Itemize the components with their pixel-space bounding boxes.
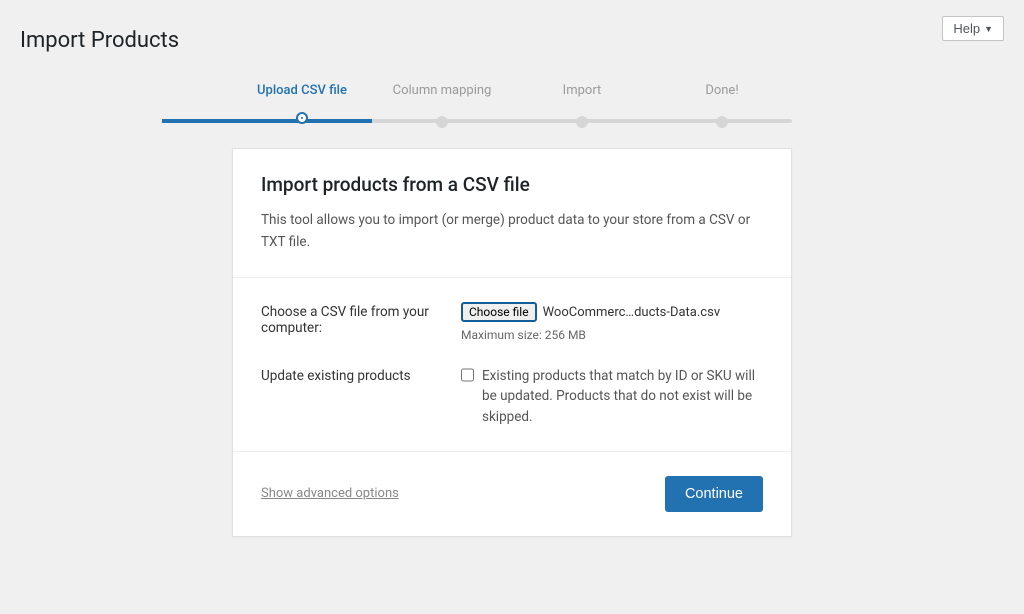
step-dot-icon bbox=[436, 116, 448, 128]
step-upload[interactable]: Upload CSV file bbox=[232, 83, 372, 120]
choose-file-label: Choose a CSV file from your computer: bbox=[261, 302, 441, 342]
chevron-down-icon: ▼ bbox=[984, 24, 993, 34]
step-column-mapping[interactable]: Column mapping bbox=[372, 83, 512, 120]
step-dot-icon bbox=[716, 116, 728, 128]
continue-button[interactable]: Continue bbox=[665, 476, 763, 512]
page-title: Import Products bbox=[20, 28, 179, 53]
help-button[interactable]: Help ▼ bbox=[942, 16, 1004, 41]
update-existing-description: Existing products that match by ID or SK… bbox=[482, 366, 763, 427]
step-label: Import bbox=[563, 83, 602, 98]
update-existing-label: Update existing products bbox=[261, 366, 441, 427]
show-advanced-link[interactable]: Show advanced options bbox=[261, 486, 399, 501]
step-done[interactable]: Done! bbox=[652, 83, 792, 120]
card-title: Import products from a CSV file bbox=[261, 173, 763, 196]
step-dot-icon bbox=[576, 116, 588, 128]
step-label: Upload CSV file bbox=[257, 83, 347, 98]
step-dot-icon bbox=[298, 114, 306, 122]
update-existing-checkbox[interactable] bbox=[461, 368, 474, 382]
import-card: Import products from a CSV file This too… bbox=[232, 148, 792, 537]
chosen-file-name: WooCommerc…ducts-Data.csv bbox=[543, 305, 721, 320]
step-import[interactable]: Import bbox=[512, 83, 652, 120]
help-button-label: Help bbox=[953, 21, 980, 36]
wizard-steps: Upload CSV file Column mapping Import Do… bbox=[232, 83, 792, 148]
step-label: Column mapping bbox=[393, 83, 492, 98]
max-size-hint: Maximum size: 256 MB bbox=[461, 328, 763, 342]
step-label: Done! bbox=[705, 83, 738, 98]
choose-file-button[interactable]: Choose file bbox=[461, 302, 537, 322]
card-description: This tool allows you to import (or merge… bbox=[261, 210, 763, 253]
